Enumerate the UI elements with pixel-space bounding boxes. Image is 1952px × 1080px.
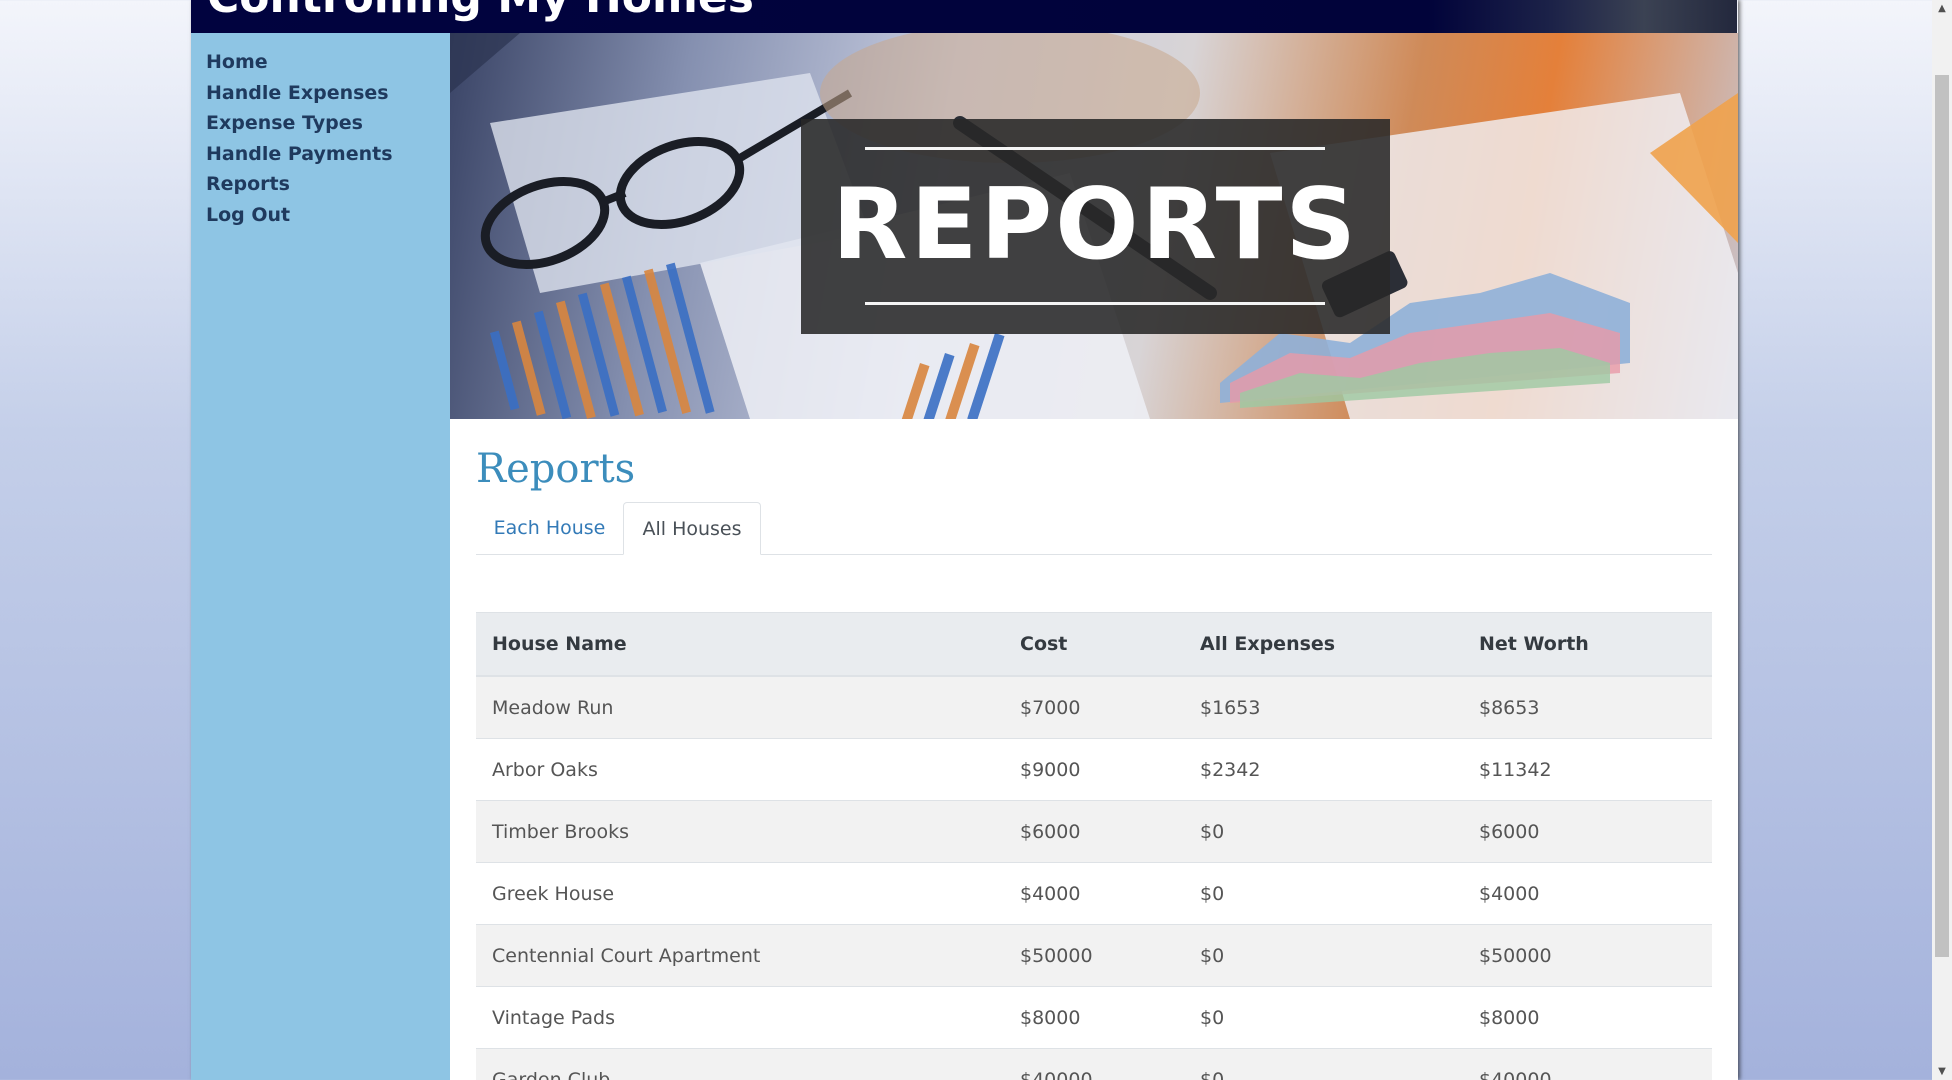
cell-cost: $50000: [1004, 924, 1184, 987]
column-header-cost: Cost: [1004, 612, 1184, 677]
cell-cost: $4000: [1004, 862, 1184, 925]
sidebar-item-log-out[interactable]: Log Out: [206, 200, 450, 231]
cell-house-name: Garden Club: [476, 1048, 1004, 1080]
cell-cost: $6000: [1004, 800, 1184, 863]
sidebar-link-reports[interactable]: Reports: [206, 173, 290, 195]
table-row: Arbor Oaks $9000 $2342 $11342: [476, 738, 1712, 801]
cell-net-worth: $6000: [1463, 800, 1712, 863]
cell-all-expenses: $0: [1184, 862, 1463, 925]
reports-banner: REPORTS: [450, 33, 1738, 419]
cell-net-worth: $50000: [1463, 924, 1712, 987]
sidebar: Home Handle Expenses Expense Types Handl…: [191, 33, 450, 1080]
table-row: Centennial Court Apartment $50000 $0 $50…: [476, 924, 1712, 987]
banner-top-rule: [865, 147, 1325, 150]
main-content: REPORTS Reports Each House All Houses Ho…: [450, 33, 1738, 1080]
cell-house-name: Greek House: [476, 862, 1004, 925]
table-row: Vintage Pads $8000 $0 $8000: [476, 986, 1712, 1049]
houses-report-table: House Name Cost All Expenses Net Worth M…: [476, 612, 1712, 1080]
scroll-down-arrow-icon[interactable]: ▼: [1932, 1063, 1952, 1080]
page-scrollbar[interactable]: ▲ ▼: [1932, 0, 1952, 1080]
sidebar-item-reports[interactable]: Reports: [206, 169, 450, 200]
table-row: Meadow Run $7000 $1653 $8653: [476, 676, 1712, 739]
banner-bottom-rule: [865, 302, 1325, 305]
sidebar-link-handle-payments[interactable]: Handle Payments: [206, 143, 393, 165]
column-header-net-worth: Net Worth: [1463, 612, 1712, 677]
banner-title-box: REPORTS: [801, 119, 1390, 334]
table-row: Timber Brooks $6000 $0 $6000: [476, 800, 1712, 863]
cell-cost: $9000: [1004, 738, 1184, 801]
report-tabs: Each House All Houses: [476, 502, 1712, 555]
cell-all-expenses: $2342: [1184, 738, 1463, 801]
cell-all-expenses: $1653: [1184, 676, 1463, 739]
cell-cost: $7000: [1004, 676, 1184, 739]
page-container: Controlling My Homes Home Handle Expense…: [191, 0, 1738, 1080]
cell-house-name: Timber Brooks: [476, 800, 1004, 863]
page-title: Reports: [476, 446, 636, 492]
table-header-row: House Name Cost All Expenses Net Worth: [476, 612, 1712, 677]
tab-each-house[interactable]: Each House: [476, 502, 623, 554]
site-title: Controlling My Homes: [207, 0, 754, 23]
cell-net-worth: $8000: [1463, 986, 1712, 1049]
cell-house-name: Centennial Court Apartment: [476, 924, 1004, 987]
sidebar-link-expense-types[interactable]: Expense Types: [206, 112, 363, 134]
cell-net-worth: $4000: [1463, 862, 1712, 925]
cell-all-expenses: $0: [1184, 924, 1463, 987]
sidebar-item-expense-types[interactable]: Expense Types: [206, 108, 450, 139]
sidebar-link-handle-expenses[interactable]: Handle Expenses: [206, 82, 389, 104]
sidebar-link-home[interactable]: Home: [206, 51, 268, 73]
cell-all-expenses: $0: [1184, 800, 1463, 863]
cell-all-expenses: $0: [1184, 986, 1463, 1049]
sidebar-link-log-out[interactable]: Log Out: [206, 204, 290, 226]
cell-all-expenses: $0: [1184, 1048, 1463, 1080]
sidebar-item-home[interactable]: Home: [206, 47, 450, 78]
tab-all-houses[interactable]: All Houses: [623, 502, 761, 555]
column-header-house-name: House Name: [476, 612, 1004, 677]
table-row: Garden Club $40000 $0 $40000: [476, 1048, 1712, 1080]
cell-house-name: Meadow Run: [476, 676, 1004, 739]
reports-section: Reports Each House All Houses House Name…: [476, 433, 1712, 1080]
table-row: Greek House $4000 $0 $4000: [476, 862, 1712, 925]
sidebar-item-handle-expenses[interactable]: Handle Expenses: [206, 78, 450, 109]
sidebar-item-handle-payments[interactable]: Handle Payments: [206, 139, 450, 170]
cell-house-name: Vintage Pads: [476, 986, 1004, 1049]
cell-net-worth: $11342: [1463, 738, 1712, 801]
column-header-all-expenses: All Expenses: [1184, 612, 1463, 677]
cell-net-worth: $8653: [1463, 676, 1712, 739]
cell-cost: $40000: [1004, 1048, 1184, 1080]
scroll-up-arrow-icon[interactable]: ▲: [1932, 0, 1952, 17]
cell-cost: $8000: [1004, 986, 1184, 1049]
cell-net-worth: $40000: [1463, 1048, 1712, 1080]
cell-house-name: Arbor Oaks: [476, 738, 1004, 801]
scrollbar-thumb[interactable]: [1935, 75, 1949, 957]
sidebar-nav: Home Handle Expenses Expense Types Handl…: [191, 33, 450, 230]
banner-title: REPORTS: [831, 168, 1360, 282]
site-header: Controlling My Homes: [191, 0, 1737, 33]
